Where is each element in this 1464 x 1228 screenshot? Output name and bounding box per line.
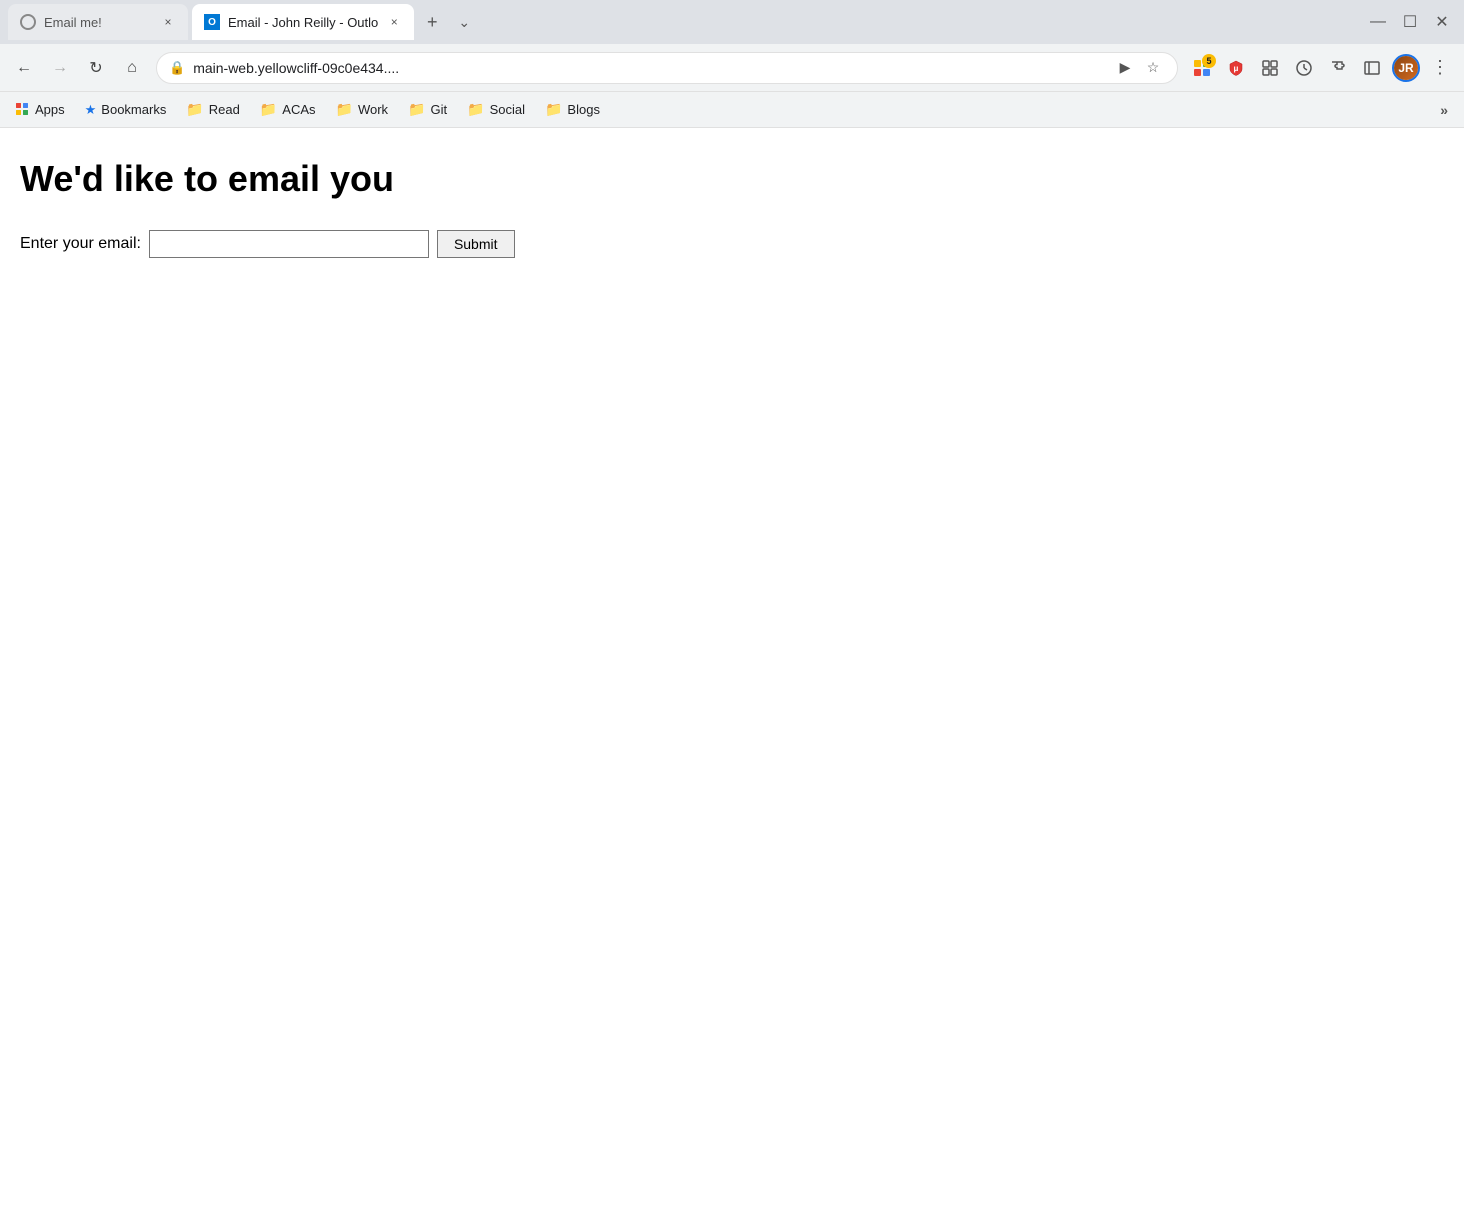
sidebar-icon: [1363, 59, 1381, 77]
bookmark-bookmarks-label: Bookmarks: [101, 102, 166, 117]
bookmark-apps[interactable]: Apps: [8, 98, 73, 121]
new-tab-button[interactable]: +: [418, 8, 446, 36]
home-button[interactable]: ⌂: [116, 52, 148, 84]
extension-yellow-button[interactable]: 5: [1186, 52, 1218, 84]
reload-button[interactable]: ↻: [80, 52, 112, 84]
folder-icon-acas: 📁: [260, 101, 277, 118]
outlook-favicon-icon: O: [204, 14, 220, 30]
bookmark-star-icon[interactable]: ☆: [1141, 56, 1165, 80]
extension-shield-button[interactable]: μ: [1220, 52, 1252, 84]
minimize-button[interactable]: —: [1364, 8, 1392, 36]
address-actions: ▶ ☆: [1113, 56, 1165, 80]
bookmark-acas[interactable]: 📁 ACAs: [252, 97, 324, 122]
close-button[interactable]: ✕: [1428, 8, 1456, 36]
lock-icon: 🔒: [169, 60, 185, 76]
forward-button[interactable]: →: [44, 52, 76, 84]
bookmark-star-icon: ★: [85, 102, 97, 118]
bookmark-blogs[interactable]: 📁 Blogs: [537, 97, 608, 122]
profile-avatar: JR: [1394, 56, 1418, 80]
apps-grid-icon: [16, 103, 30, 117]
folder-icon-social: 📁: [467, 101, 484, 118]
folder-icon-work: 📁: [336, 101, 353, 118]
bookmark-work[interactable]: 📁 Work: [328, 97, 397, 122]
extension-grid-button[interactable]: [1254, 52, 1286, 84]
bookmark-work-label: Work: [358, 102, 388, 117]
bookmark-read[interactable]: 📁 Read: [178, 97, 248, 122]
globe-favicon-icon: [20, 14, 36, 30]
svg-text:μ: μ: [1234, 64, 1239, 73]
email-form: Enter your email: Submit: [20, 230, 1444, 258]
tab-outlook-title: Email - John Reilly - Outlo: [228, 15, 378, 30]
window-controls: — ☐ ✕: [1364, 8, 1456, 36]
submit-button[interactable]: Submit: [437, 230, 515, 258]
tab-email-me[interactable]: Email me! ×: [8, 4, 188, 40]
page-content: We'd like to email you Enter your email:…: [0, 128, 1464, 1228]
grid-icon: [1261, 59, 1279, 77]
sidebar-toggle-button[interactable]: [1356, 52, 1388, 84]
navigation-bar: ← → ↻ ⌂ 🔒 main-web.yellowcliff-09c0e434.…: [0, 44, 1464, 92]
address-text: main-web.yellowcliff-09c0e434....: [193, 60, 1105, 76]
bookmark-blogs-label: Blogs: [567, 102, 600, 117]
shield-icon: μ: [1227, 59, 1245, 77]
bookmark-apps-label: Apps: [35, 102, 65, 117]
extension-clock-button[interactable]: [1288, 52, 1320, 84]
folder-icon-git: 📁: [408, 101, 425, 118]
email-input[interactable]: [149, 230, 429, 258]
send-to-phone-icon[interactable]: ▶: [1113, 56, 1137, 80]
page-heading: We'd like to email you: [20, 158, 1444, 200]
tab-outlook-close[interactable]: ×: [386, 14, 402, 30]
puzzle-icon: [1329, 59, 1347, 77]
bookmark-social-label: Social: [490, 102, 525, 117]
tab-email-me-title: Email me!: [44, 15, 152, 30]
maximize-button[interactable]: ☐: [1396, 8, 1424, 36]
more-bookmarks-button[interactable]: »: [1432, 98, 1456, 122]
tab-email-me-close[interactable]: ×: [160, 14, 176, 30]
folder-icon-read: 📁: [186, 101, 203, 118]
bookmarks-bar: Apps ★ Bookmarks 📁 Read 📁 ACAs 📁 Work 📁 …: [0, 92, 1464, 128]
bookmark-git-label: Git: [431, 102, 448, 117]
address-bar[interactable]: 🔒 main-web.yellowcliff-09c0e434.... ▶ ☆: [156, 52, 1178, 84]
email-label: Enter your email:: [20, 235, 141, 253]
folder-icon-blogs: 📁: [545, 101, 562, 118]
extension-puzzle-button[interactable]: [1322, 52, 1354, 84]
browser-menu-button[interactable]: ⋮: [1424, 52, 1456, 84]
bookmark-acas-label: ACAs: [282, 102, 315, 117]
toolbar-extensions: 5 μ: [1186, 52, 1388, 84]
bookmark-read-label: Read: [209, 102, 240, 117]
tab-list-chevron[interactable]: ⌄: [450, 8, 478, 36]
bookmark-social[interactable]: 📁 Social: [459, 97, 533, 122]
browser-frame: Email me! × O Email - John Reilly - Outl…: [0, 0, 1464, 1228]
profile-button[interactable]: JR: [1392, 54, 1420, 82]
bookmark-bookmarks[interactable]: ★ Bookmarks: [77, 98, 175, 122]
title-bar: Email me! × O Email - John Reilly - Outl…: [0, 0, 1464, 44]
clock-icon: [1295, 59, 1313, 77]
tab-outlook[interactable]: O Email - John Reilly - Outlo ×: [192, 4, 414, 40]
extension-badge: 5: [1202, 54, 1216, 68]
back-button[interactable]: ←: [8, 52, 40, 84]
bookmark-git[interactable]: 📁 Git: [400, 97, 455, 122]
